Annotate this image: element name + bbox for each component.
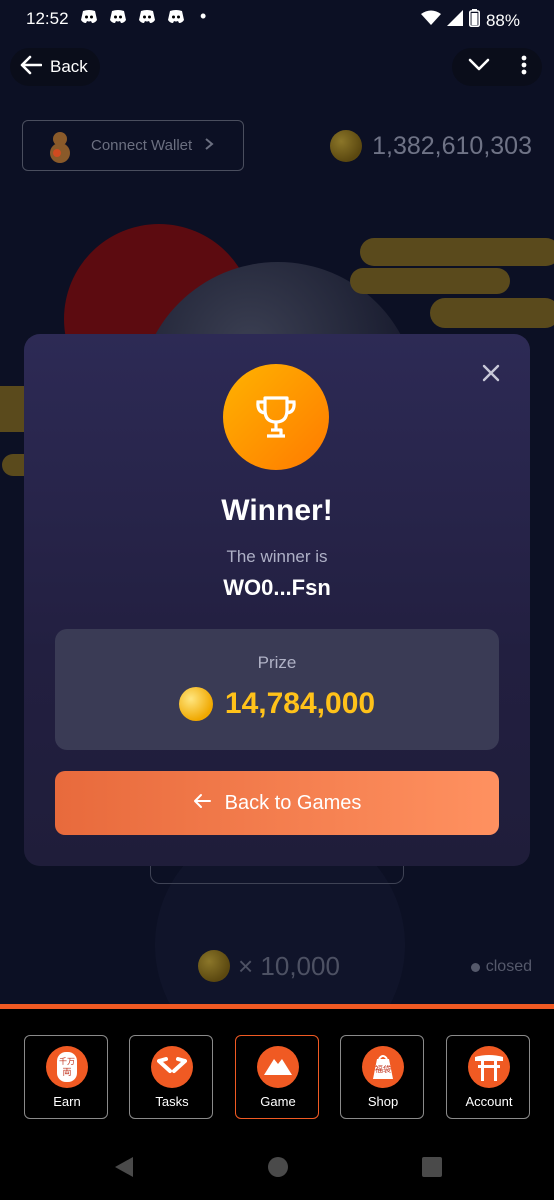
game-status: closed [470, 958, 532, 976]
more-vert-icon[interactable] [521, 55, 527, 80]
balance-value: 1,382,610,303 [372, 131, 532, 160]
coin-icon [178, 687, 213, 721]
arrow-left-icon [20, 55, 43, 80]
back-to-games-label: Back to Games [224, 791, 362, 814]
nav-label: Shop [367, 1094, 399, 1109]
gourd-icon [41, 127, 79, 165]
nav-label: Game [260, 1094, 296, 1109]
prize-amount: 14,784,000 [55, 687, 499, 721]
status-right: 88% [420, 9, 520, 32]
winner-modal: Winner! The winner is WO0...Fsn Prize 14… [24, 334, 530, 866]
arrow-left-icon [193, 792, 211, 815]
system-navigation-bar [0, 1132, 554, 1200]
winner-title: Winner! [221, 494, 333, 527]
back-to-games-button[interactable]: Back to Games [55, 771, 499, 835]
back-label: Back [50, 57, 88, 76]
bottom-nav: 千万両 Earn Tasks Game 福袋 Shop Account [0, 1004, 554, 1132]
nav-item-account[interactable]: Account [446, 1035, 530, 1119]
status-time: 12:52 [26, 9, 69, 28]
prize-label: Prize [257, 653, 297, 672]
battery-icon [468, 9, 480, 32]
game-icon [257, 1046, 299, 1088]
coin-balance: 1,382,610,303 [330, 130, 532, 162]
winner-subtitle: The winner is [226, 547, 328, 566]
nav-label: Account [465, 1094, 513, 1109]
gold-cloud-decoration [350, 268, 510, 294]
account-icon [468, 1046, 510, 1088]
shop-icon: 福袋 [362, 1046, 404, 1088]
gold-cloud-decoration [360, 238, 554, 266]
svg-text:両: 両 [62, 1067, 71, 1078]
chevron-down-icon[interactable] [468, 58, 490, 77]
status-dot-icon [470, 962, 480, 972]
prize-value: 14,784,000 [224, 687, 376, 720]
close-icon[interactable] [478, 360, 504, 386]
nav-item-earn[interactable]: 千万両 Earn [24, 1035, 108, 1119]
status-bar: 12:52 • 88% [0, 0, 554, 38]
discord-notification-icon [109, 9, 127, 29]
multiplier-value: × 10,000 [238, 950, 340, 981]
svg-text:千万: 千万 [59, 1056, 75, 1066]
nav-item-shop[interactable]: 福袋 Shop [340, 1035, 424, 1119]
header-menu [452, 48, 542, 86]
home-circle-icon[interactable] [267, 1156, 289, 1183]
back-button[interactable]: Back [10, 48, 100, 86]
nav-label: Tasks [155, 1094, 189, 1109]
signal-icon [446, 10, 463, 31]
prize-card: Prize 14,784,000 [55, 629, 499, 750]
nav-label: Earn [53, 1094, 81, 1109]
app-screen: 12:52 • 88% Back Connect Wallet 1,382,61… [0, 0, 554, 1200]
bet-multiplier: × 10,000 [198, 950, 340, 982]
wifi-icon [420, 10, 441, 31]
nav-item-tasks[interactable]: Tasks [129, 1035, 213, 1119]
svg-text:福袋: 福袋 [375, 1064, 391, 1074]
discord-notification-icon [80, 9, 98, 29]
chevron-right-icon [204, 137, 214, 155]
coin-icon [198, 950, 230, 982]
winner-address: WO0...Fsn [223, 575, 331, 600]
discord-notification-icon [167, 9, 185, 29]
nav-item-game[interactable]: Game [235, 1035, 319, 1119]
recents-square-icon[interactable] [422, 1157, 442, 1182]
more-notifications-dot-icon: • [200, 6, 207, 26]
trophy-icon [223, 364, 329, 470]
back-triangle-icon[interactable] [114, 1156, 134, 1183]
battery-percent: 88% [485, 10, 520, 30]
coin-icon [330, 130, 363, 162]
earn-icon: 千万両 [46, 1046, 88, 1088]
game-status-label: closed [485, 958, 532, 975]
connect-wallet-label: Connect Wallet [91, 137, 193, 154]
connect-wallet-button[interactable]: Connect Wallet [22, 120, 244, 171]
discord-notification-icon [138, 9, 156, 29]
tasks-icon [151, 1046, 193, 1088]
gold-cloud-decoration [430, 298, 554, 328]
